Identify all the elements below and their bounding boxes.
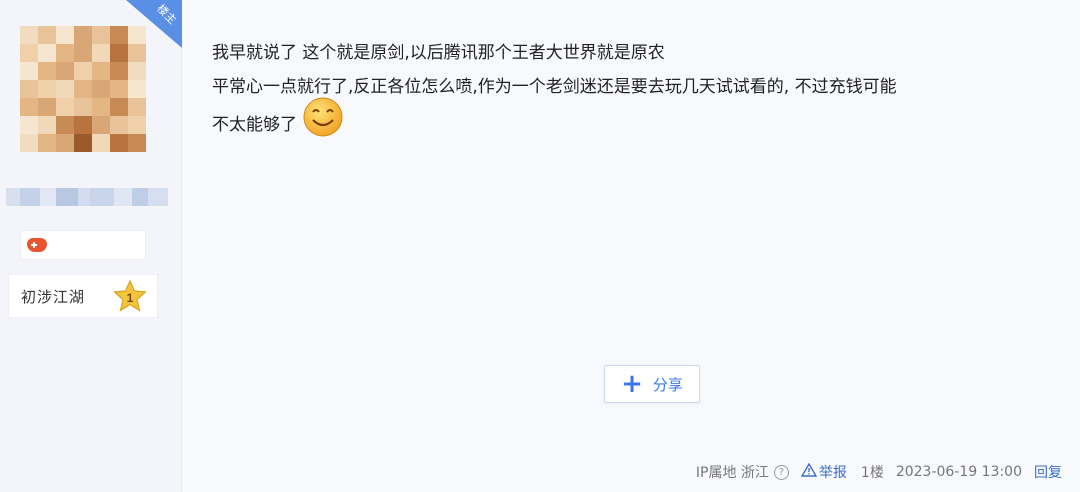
reply-link[interactable]: 回复	[1034, 462, 1062, 482]
plus-icon: +	[621, 369, 643, 399]
level-number: 1	[127, 291, 134, 305]
smiley-icon	[303, 97, 343, 137]
author-badge-label: 楼主	[154, 1, 180, 27]
level-star-icon: 1	[113, 280, 147, 312]
author-sidebar: 楼主 初涉江湖 1	[0, 0, 182, 492]
username-blurred[interactable]	[6, 188, 168, 206]
post-time: 2023-06-19 13:00	[895, 464, 1022, 480]
share-button[interactable]: + 分享	[604, 365, 700, 403]
ip-location: IP属地 浙江	[695, 465, 769, 481]
share-label: 分享	[652, 375, 683, 394]
level-name: 初涉江湖	[21, 287, 86, 306]
user-level[interactable]: 初涉江湖 1	[8, 274, 158, 318]
help-icon[interactable]: ?	[773, 464, 789, 480]
gamepad-icon	[27, 238, 47, 252]
post-text-fragment: 不太能够了	[212, 115, 297, 135]
game-badge[interactable]	[20, 230, 146, 260]
post-footer: IP属地 浙江 ? 举报 1楼 2023-06-19 13:00 回复	[696, 462, 1062, 482]
floor-number: 1楼	[860, 465, 884, 481]
post-text-line: 不太能够了	[212, 97, 1062, 146]
report-link[interactable]: 举报	[819, 462, 847, 482]
warning-icon	[800, 462, 818, 481]
post-content: 我早就说了 这个就是原剑,以后腾讯那个王者大世界就是原农 平常心一点就行了,反正…	[212, 36, 1062, 146]
avatar[interactable]	[20, 26, 146, 152]
post-text-line: 我早就说了 这个就是原剑,以后腾讯那个王者大世界就是原农	[212, 43, 665, 63]
